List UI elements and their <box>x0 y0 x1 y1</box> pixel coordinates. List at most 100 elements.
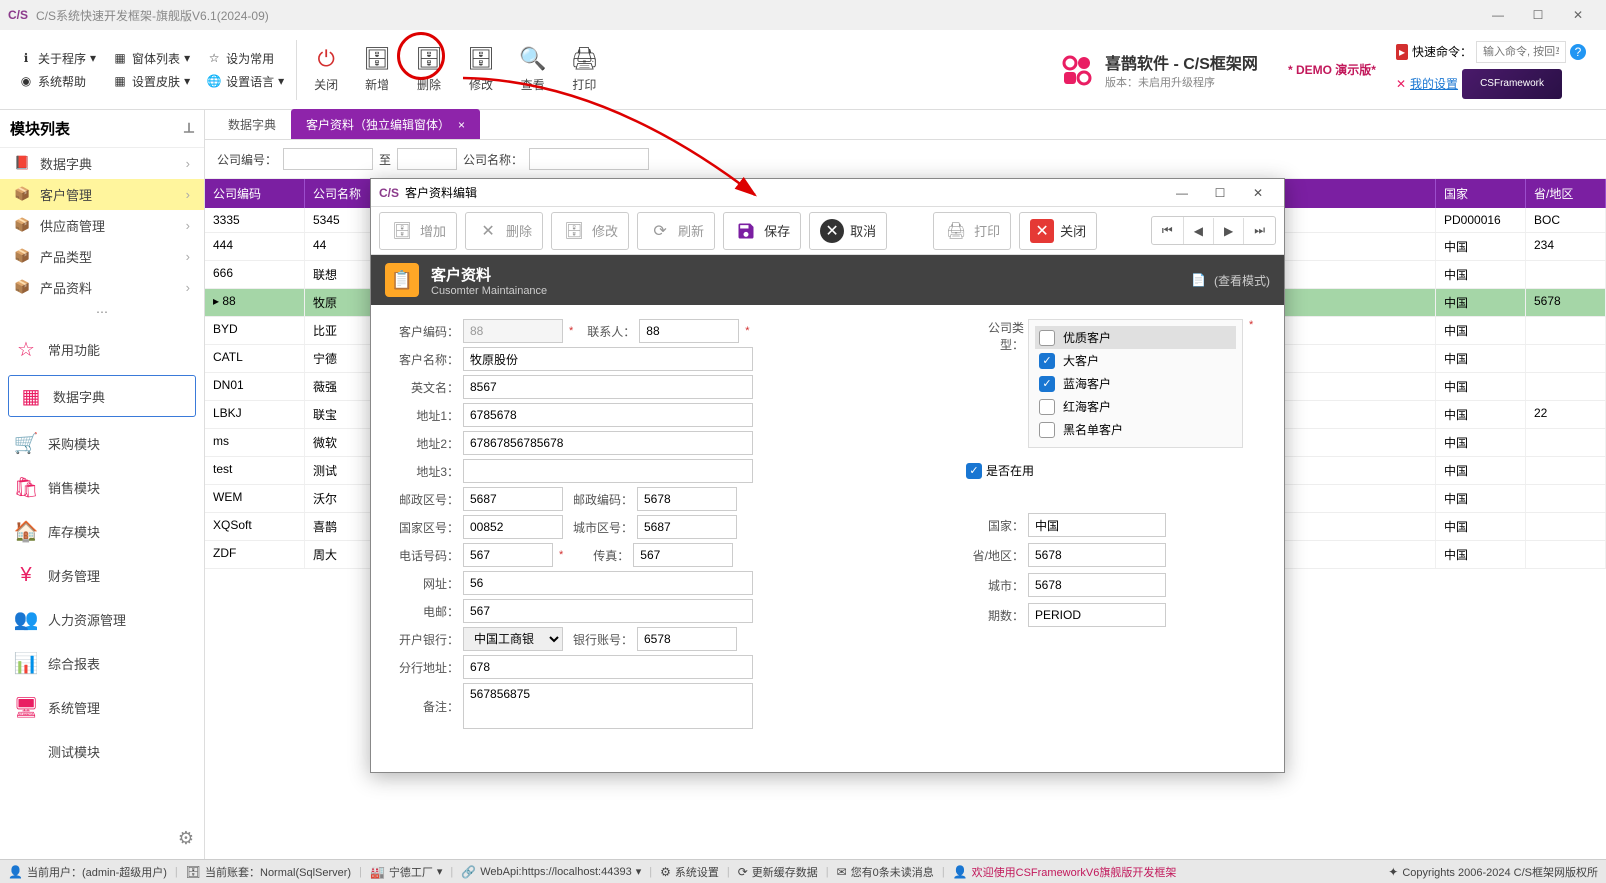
modal-save-button[interactable]: 保存 <box>723 212 801 250</box>
help-badge-icon[interactable]: ? <box>1570 44 1586 60</box>
edit-button[interactable]: 🗄修改 <box>455 42 507 97</box>
account-input[interactable] <box>637 627 737 651</box>
nav-icon: 🛍 <box>14 475 38 499</box>
view-button[interactable]: 🔍查看 <box>507 42 558 97</box>
close-button[interactable]: ⏻关闭 <box>301 42 351 97</box>
filter-to-label: 至 <box>379 151 391 168</box>
windows-link[interactable]: ▦窗体列表 ▾ <box>112 50 190 67</box>
nav-next-button[interactable]: ▶ <box>1214 218 1244 244</box>
print-button[interactable]: 🖨打印 <box>558 42 610 97</box>
type-row-2[interactable]: ✓蓝海客户 <box>1035 372 1236 395</box>
bank-select[interactable]: 中国工商银 <box>463 627 563 651</box>
terminal-icon: ▸ <box>1396 44 1408 60</box>
nav-item-6[interactable]: 👥人力资源管理 <box>0 597 204 641</box>
modal-minimize-button[interactable]: — <box>1164 181 1200 205</box>
type-row-1[interactable]: ✓大客户 <box>1035 349 1236 372</box>
nav-item-1[interactable]: ▦数据字典 <box>8 375 196 417</box>
en-input[interactable] <box>463 375 753 399</box>
my-settings-link[interactable]: 我的设置 <box>1410 75 1458 92</box>
promo-banner[interactable]: CSFramework <box>1462 69 1562 99</box>
filter-name-input[interactable] <box>529 148 649 170</box>
checkbox[interactable]: ✓ <box>1039 376 1055 392</box>
sidebar-item-1[interactable]: 📦客户管理› <box>0 179 204 210</box>
nav-item-0[interactable]: ☆常用功能 <box>0 327 204 371</box>
name-input[interactable] <box>463 347 753 371</box>
filter-code-to[interactable] <box>397 148 457 170</box>
checkbox[interactable] <box>1039 330 1055 346</box>
sidebar-item-0[interactable]: 📕数据字典› <box>0 148 204 179</box>
nav-item-9[interactable]: 测试模块 <box>0 729 204 773</box>
language-link[interactable]: 🌐设置语言 ▾ <box>206 73 284 90</box>
modal-print-button[interactable]: 🖨打印 <box>933 212 1011 250</box>
sidebar-item-3[interactable]: 📦产品类型› <box>0 241 204 272</box>
maximize-button[interactable]: ☐ <box>1518 0 1558 30</box>
checkbox[interactable]: ✓ <box>1039 353 1055 369</box>
status-settings[interactable]: ⚙系统设置 <box>660 864 719 880</box>
ccode-input[interactable] <box>463 515 563 539</box>
addr1-input[interactable] <box>463 403 753 427</box>
nav-prev-button[interactable]: ◀ <box>1184 218 1214 244</box>
type-row-0[interactable]: 优质客户 <box>1035 326 1236 349</box>
quick-cmd-input[interactable] <box>1476 41 1566 63</box>
checkbox[interactable] <box>1039 422 1055 438</box>
minimize-button[interactable]: — <box>1478 0 1518 30</box>
checkbox[interactable] <box>1039 399 1055 415</box>
status-cache[interactable]: ⟳更新缓存数据 <box>738 864 818 880</box>
nav-item-2[interactable]: 🛒采购模块 <box>0 421 204 465</box>
contact-input[interactable] <box>639 319 739 343</box>
nav-first-button[interactable]: ⏮ <box>1152 217 1184 244</box>
nav-item-8[interactable]: 🖥系统管理 <box>0 685 204 729</box>
set-default-link[interactable]: ☆设为常用 <box>206 50 284 67</box>
nav-item-5[interactable]: ¥财务管理 <box>0 553 204 597</box>
about-link[interactable]: ℹ关于程序 ▾ <box>18 50 96 67</box>
nav-item-7[interactable]: 📊综合报表 <box>0 641 204 685</box>
zip-input[interactable] <box>637 487 737 511</box>
url-input[interactable] <box>463 571 753 595</box>
help-link[interactable]: ◉系统帮助 <box>18 73 96 90</box>
addr3-input[interactable] <box>463 459 753 483</box>
nav-item-3[interactable]: 🛍销售模块 <box>0 465 204 509</box>
add-button[interactable]: 🗄新增 <box>351 42 403 97</box>
citycode-input[interactable] <box>637 515 737 539</box>
tel-input[interactable] <box>463 543 553 567</box>
email-input[interactable] <box>463 599 753 623</box>
type-row-4[interactable]: 黑名单客户 <box>1035 418 1236 441</box>
close-window-button[interactable]: ✕ <box>1558 0 1598 30</box>
modal-edit-button[interactable]: 🗄修改 <box>551 212 629 250</box>
status-msg[interactable]: ✉您有0条未读消息 <box>837 864 934 880</box>
ziparea-input[interactable] <box>463 487 563 511</box>
period-input[interactable] <box>1028 603 1166 627</box>
country-input[interactable] <box>1028 513 1166 537</box>
modal-maximize-button[interactable]: ☐ <box>1202 181 1238 205</box>
type-row-3[interactable]: 红海客户 <box>1035 395 1236 418</box>
prov-input[interactable] <box>1028 543 1166 567</box>
sidebar-item-4[interactable]: 📦产品资料› <box>0 272 204 303</box>
modal-refresh-button[interactable]: ⟳刷新 <box>637 212 715 250</box>
modal-add-button[interactable]: 🗄增加 <box>379 212 457 250</box>
modal-close-tb-button[interactable]: ✕关闭 <box>1019 212 1097 250</box>
remark-input[interactable]: 567856875 <box>463 683 753 729</box>
branch-input[interactable] <box>463 655 753 679</box>
tab-1[interactable]: 客户资料（独立编辑窗体）× <box>291 109 480 139</box>
modal-cancel-button[interactable]: ✕取消 <box>809 212 887 250</box>
tab-0[interactable]: 数据字典 <box>213 109 291 139</box>
sidebar-more-icon[interactable]: ⋯ <box>0 303 204 321</box>
city-input[interactable] <box>1028 573 1166 597</box>
skin-link[interactable]: ▦设置皮肤 ▾ <box>112 73 190 90</box>
delete-button[interactable]: 🗄删除 <box>403 42 455 97</box>
tab-close-icon[interactable]: × <box>458 118 465 132</box>
filter-code-from[interactable] <box>283 148 373 170</box>
modal-delete-button[interactable]: ✕删除 <box>465 212 543 250</box>
sidebar-settings-icon[interactable]: ⚙ <box>0 818 204 859</box>
status-factory[interactable]: 🏭宁德工厂 ▾ <box>370 864 442 880</box>
code-input[interactable] <box>463 319 563 343</box>
pin-icon[interactable]: ⟂ <box>184 120 194 137</box>
nav-last-button[interactable]: ⏭ <box>1244 217 1275 244</box>
modal-close-button[interactable]: ✕ <box>1240 181 1276 205</box>
nav-item-4[interactable]: 🏠库存模块 <box>0 509 204 553</box>
sidebar-item-2[interactable]: 📦供应商管理› <box>0 210 204 241</box>
fax-input[interactable] <box>633 543 733 567</box>
addr2-input[interactable] <box>463 431 753 455</box>
inuse-checkbox[interactable]: ✓ <box>966 463 982 479</box>
status-api[interactable]: 🔗WebApi:https://localhost:44393 ▾ <box>461 865 641 879</box>
